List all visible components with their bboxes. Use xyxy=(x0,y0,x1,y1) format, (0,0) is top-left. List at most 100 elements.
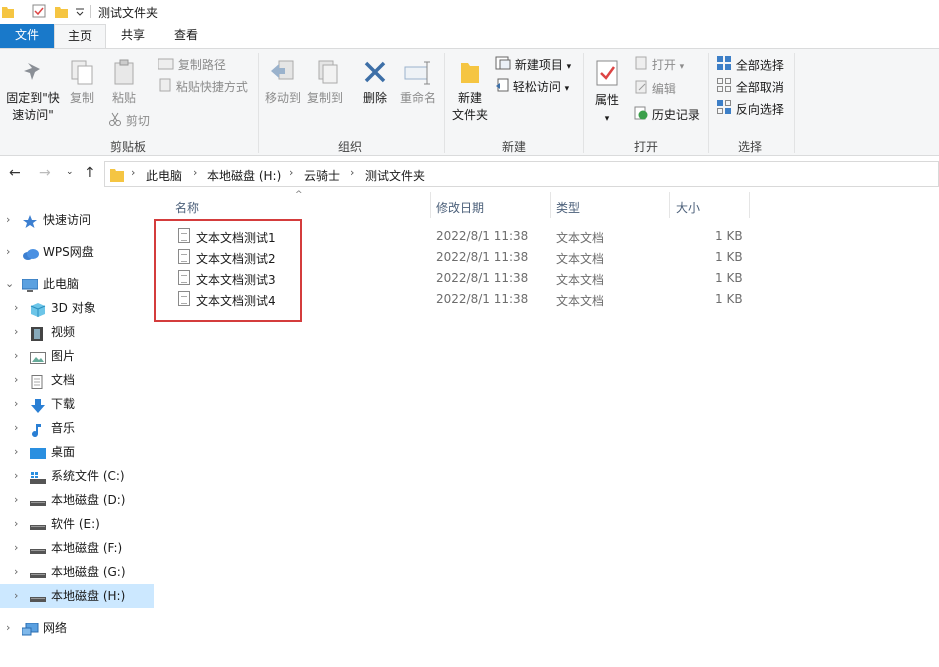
sidebar-item-label: 桌面 xyxy=(51,445,76,459)
breadcrumb-this-pc[interactable]: 此电脑 xyxy=(146,167,182,184)
tab-home[interactable]: 主页 xyxy=(54,24,106,48)
column-header-modified[interactable]: 修改日期 xyxy=(436,199,484,216)
invert-selection-button[interactable]: 反向选择 xyxy=(716,99,784,119)
new-item-button[interactable]: 新建项目 ▾ xyxy=(495,55,571,75)
column-divider[interactable] xyxy=(749,192,750,218)
drive-icon xyxy=(30,517,46,531)
expand-chevron-icon[interactable]: › xyxy=(14,536,18,560)
cut-button[interactable]: 剪切 xyxy=(108,111,150,131)
film-icon xyxy=(30,325,46,341)
column-divider[interactable] xyxy=(550,192,551,218)
edit-button[interactable]: 编辑 xyxy=(634,79,676,99)
pin-to-quick-access-button[interactable]: 固定到"快 速访问" xyxy=(2,59,64,124)
tab-file[interactable]: 文件 xyxy=(0,24,54,48)
select-none-button[interactable]: 全部取消 xyxy=(716,77,784,97)
sidebar-item-downloads[interactable]: › 下载 xyxy=(0,392,154,416)
copy-button[interactable]: 复制 xyxy=(64,59,100,107)
breadcrumb-test-folder[interactable]: 测试文件夹 xyxy=(365,167,425,184)
expand-chevron-icon[interactable]: › xyxy=(14,560,18,584)
sidebar-item-label: 本地磁盘 (D:) xyxy=(51,493,126,507)
copy-path-button[interactable]: 复制路径 xyxy=(157,55,226,75)
expand-chevron-icon[interactable]: › xyxy=(6,208,10,232)
expand-chevron-icon[interactable]: › xyxy=(14,320,18,344)
customize-toolbar-chevron-icon[interactable] xyxy=(75,6,85,20)
edit-label: 编辑 xyxy=(651,82,676,96)
edit-icon xyxy=(634,80,648,100)
expand-chevron-icon[interactable]: › xyxy=(14,368,18,392)
expand-chevron-icon[interactable]: › xyxy=(6,616,10,640)
sidebar-item-drive-f[interactable]: › 本地磁盘 (F:) xyxy=(0,536,154,560)
rename-button[interactable]: 重命名 xyxy=(396,59,440,107)
new-folder-quick-icon[interactable] xyxy=(55,4,69,21)
collapse-chevron-icon[interactable]: ⌄ xyxy=(5,272,14,296)
highlight-box xyxy=(154,219,302,322)
column-divider[interactable] xyxy=(430,192,431,218)
file-modified: 2022/8/1 11:38 xyxy=(436,229,529,243)
expand-chevron-icon[interactable]: › xyxy=(14,344,18,368)
recent-locations-chevron-icon[interactable]: ⌄ xyxy=(66,167,74,177)
quick-access-toolbar-properties-icon[interactable] xyxy=(32,4,46,21)
sidebar-item-drive-h[interactable]: › 本地磁盘 (H:) xyxy=(0,584,154,608)
column-divider[interactable] xyxy=(669,192,670,218)
easy-access-button[interactable]: 轻松访问 ▾ xyxy=(495,77,569,97)
tab-view[interactable]: 查看 xyxy=(160,24,212,48)
sidebar-item-label: 文档 xyxy=(51,373,76,387)
sidebar-item-music[interactable]: › 音乐 xyxy=(0,416,154,440)
expand-chevron-icon[interactable]: › xyxy=(14,296,18,320)
expand-chevron-icon[interactable]: › xyxy=(14,512,18,536)
column-header-size[interactable]: 大小 xyxy=(676,199,700,216)
sidebar-item-3d-objects[interactable]: › 3D 对象 xyxy=(0,296,154,320)
paste-button[interactable]: 粘贴 xyxy=(106,59,142,107)
sidebar-item-drive-g[interactable]: › 本地磁盘 (G:) xyxy=(0,560,154,584)
expand-chevron-icon[interactable]: › xyxy=(14,440,18,464)
sidebar-item-network[interactable]: › 网络 xyxy=(0,616,154,640)
forward-arrow-icon[interactable]: → xyxy=(39,165,51,181)
tab-share[interactable]: 共享 xyxy=(108,24,158,48)
sidebar-item-desktop[interactable]: › 桌面 xyxy=(0,440,154,464)
file-modified: 2022/8/1 11:38 xyxy=(436,250,529,264)
sidebar-item-videos[interactable]: › 视频 xyxy=(0,320,154,344)
sidebar-item-drive-e[interactable]: › 软件 (E:) xyxy=(0,512,154,536)
copy-to-button[interactable]: 复制到 xyxy=(304,59,346,107)
expand-chevron-icon[interactable]: › xyxy=(14,488,18,512)
sidebar-item-label: 网络 xyxy=(43,621,68,635)
expand-chevron-icon[interactable]: › xyxy=(6,240,10,264)
expand-chevron-icon[interactable]: › xyxy=(14,464,18,488)
file-size: 1 KB xyxy=(715,292,743,306)
select-all-button[interactable]: 全部选择 xyxy=(716,55,784,75)
ribbon-tabs: 文件 主页 共享 查看 xyxy=(0,24,939,48)
properties-button[interactable]: 属性 ▾ xyxy=(590,59,624,128)
open-button[interactable]: 打开 ▾ xyxy=(634,55,684,75)
back-arrow-icon[interactable]: ← xyxy=(9,165,21,181)
sidebar-item-drive-d[interactable]: › 本地磁盘 (D:) xyxy=(0,488,154,512)
breadcrumb-yunqishi[interactable]: 云骑士 xyxy=(304,167,340,184)
column-header-name[interactable]: 名称 xyxy=(175,199,199,216)
sidebar-item-documents[interactable]: › 文档 xyxy=(0,368,154,392)
select-all-icon xyxy=(716,55,732,77)
paste-shortcut-button[interactable]: 粘贴快捷方式 xyxy=(158,77,248,97)
cut-label: 剪切 xyxy=(125,114,150,128)
expand-chevron-icon[interactable]: › xyxy=(14,584,18,608)
history-label: 历史记录 xyxy=(651,108,700,122)
sidebar-item-this-pc[interactable]: ⌄ 此电脑 xyxy=(0,272,154,296)
paste-shortcut-label: 粘贴快捷方式 xyxy=(175,80,248,94)
breadcrumb-drive-h[interactable]: 本地磁盘 (H:) xyxy=(207,167,281,184)
delete-x-icon xyxy=(362,61,388,88)
navigation-bar: ← → ⌄ ↑ › 此电脑 › 本地磁盘 (H:) › 云骑士 › 测试文件夹 xyxy=(0,158,939,190)
open-icon xyxy=(634,56,648,76)
address-bar[interactable]: › 此电脑 › 本地磁盘 (H:) › 云骑士 › 测试文件夹 xyxy=(104,161,939,187)
history-button[interactable]: 历史记录 xyxy=(634,105,700,125)
new-folder-label-line1: 新建 xyxy=(457,91,482,105)
new-folder-label-line2: 文件夹 xyxy=(451,108,488,122)
expand-chevron-icon[interactable]: › xyxy=(14,416,18,440)
expand-chevron-icon[interactable]: › xyxy=(14,392,18,416)
sidebar-item-drive-c[interactable]: › 系统文件 (C:) xyxy=(0,464,154,488)
move-to-button[interactable]: 移动到 xyxy=(262,59,304,107)
new-folder-button[interactable]: 新建 文件夹 xyxy=(448,59,492,124)
column-header-type[interactable]: 类型 xyxy=(556,199,580,216)
sidebar-item-quick-access[interactable]: › 快速访问 xyxy=(0,208,154,232)
sidebar-item-pictures[interactable]: › 图片 xyxy=(0,344,154,368)
up-arrow-icon[interactable]: ↑ xyxy=(84,165,96,181)
delete-button[interactable]: 删除 xyxy=(356,59,394,107)
sidebar-item-wps-cloud[interactable]: › WPS网盘 xyxy=(0,240,154,264)
